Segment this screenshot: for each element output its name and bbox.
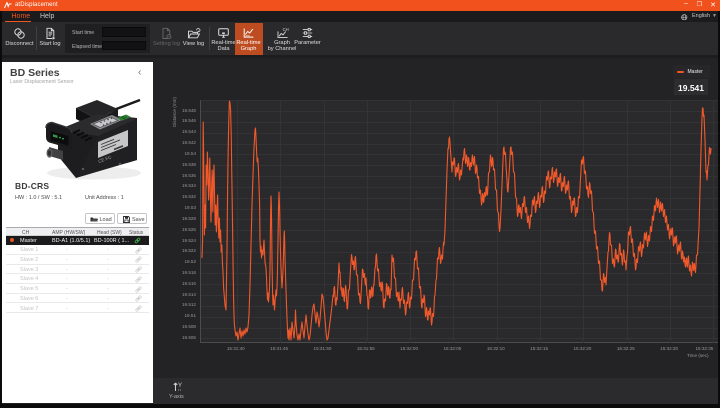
- svg-text:Y: Y: [178, 383, 182, 389]
- svg-text:CH: CH: [282, 27, 288, 32]
